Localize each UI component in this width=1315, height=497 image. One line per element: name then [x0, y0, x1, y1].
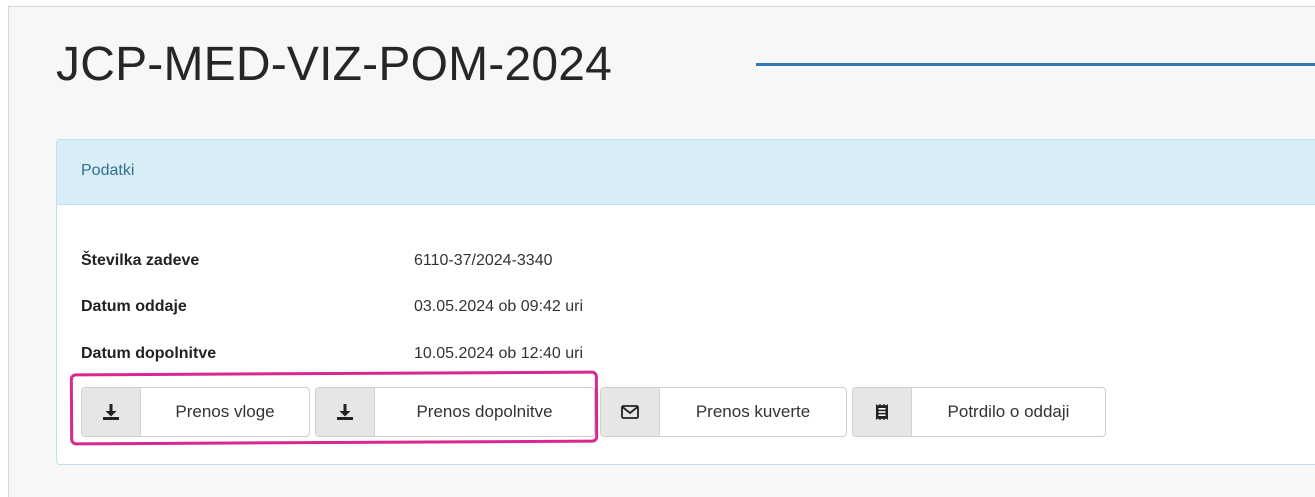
download-envelope-button[interactable]: Prenos kuverte — [600, 387, 847, 437]
panel-heading: Podatki — [57, 140, 1315, 205]
field-value: 6110-37/2024-3340 — [414, 252, 553, 269]
page-title: JCP-MED-VIZ-POM-2024 — [56, 38, 613, 91]
receipt-icon — [853, 388, 912, 436]
button-label: Potrdilo o oddaji — [947, 402, 1070, 421]
field-label: Številka zadeve — [81, 252, 200, 269]
button-label: Prenos vloge — [175, 402, 275, 421]
envelope-icon — [601, 388, 660, 436]
field-value: 10.05.2024 ob 12:40 uri — [414, 345, 584, 362]
button-label: Prenos kuverte — [695, 402, 811, 421]
field-value: 03.05.2024 ob 09:42 uri — [414, 298, 584, 315]
download-application-button[interactable]: Prenos vloge — [81, 387, 310, 437]
title-row: JCP-MED-VIZ-POM-2024 — [56, 30, 1315, 100]
submission-receipt-button[interactable]: Potrdilo o oddaji — [852, 387, 1106, 437]
download-supplement-button[interactable]: Prenos dopolnitve — [315, 387, 595, 437]
field-label: Datum oddaje — [81, 298, 187, 315]
panel-heading-label: Podatki — [81, 162, 135, 179]
download-icon — [316, 388, 375, 436]
title-underline — [756, 63, 1315, 66]
button-label: Prenos dopolnitve — [416, 402, 553, 421]
download-icon — [82, 388, 141, 436]
data-panel: Podatki Številka zadeve 6110-37/2024-334… — [56, 139, 1315, 465]
field-label: Datum dopolnitve — [81, 345, 217, 362]
